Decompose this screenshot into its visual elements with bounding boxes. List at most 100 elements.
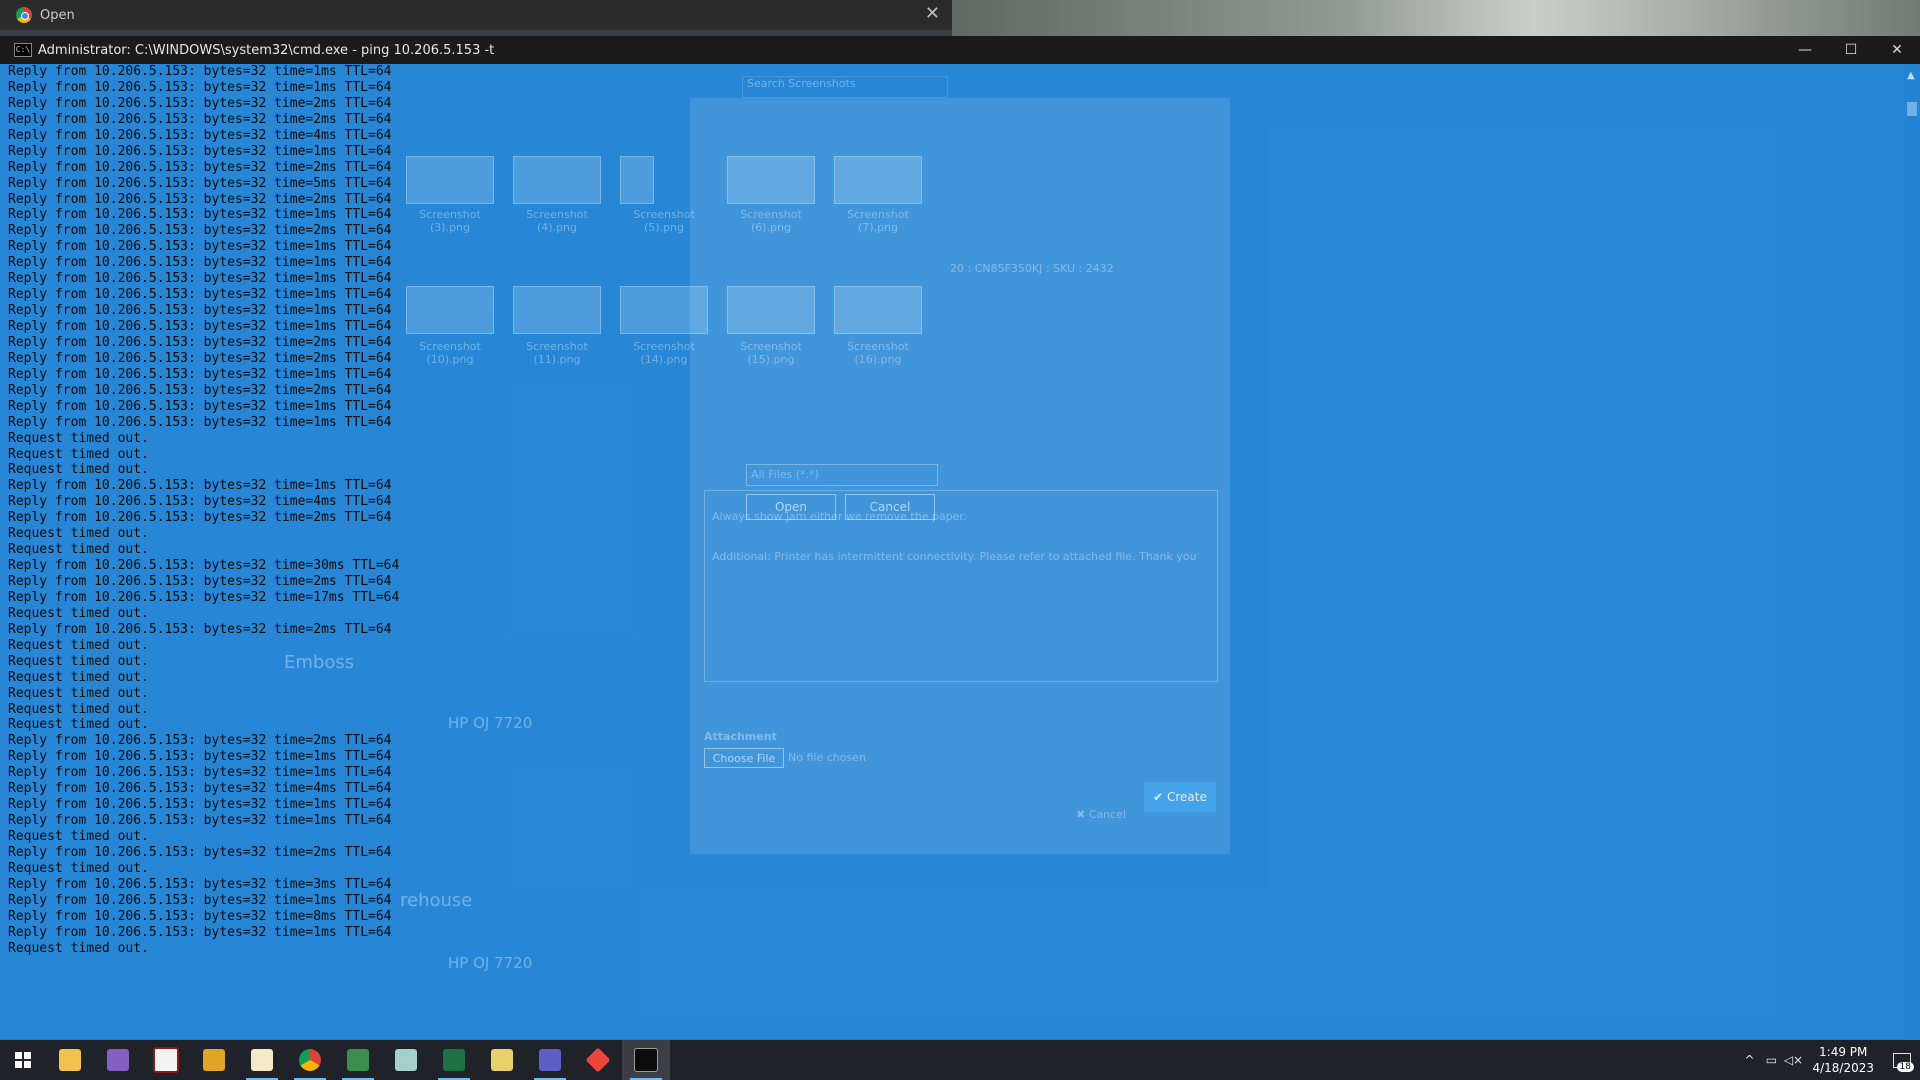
terminal-line: Reply from 10.206.5.153: bytes=32 time=2… bbox=[8, 382, 392, 398]
terminal-line: Reply from 10.206.5.153: bytes=32 time=1… bbox=[8, 749, 392, 765]
scroll-up-icon[interactable]: ▲ bbox=[1907, 70, 1915, 81]
terminal-line: Reply from 10.206.5.153: bytes=32 time=1… bbox=[8, 797, 392, 813]
terminal-line: Reply from 10.206.5.153: bytes=32 time=2… bbox=[8, 350, 392, 366]
terminal-line: Request timed out. bbox=[8, 701, 149, 717]
terminal-line: Reply from 10.206.5.153: bytes=32 time=2… bbox=[8, 95, 392, 111]
terminal-output: Reply from 10.206.5.153: bytes=32 time=1… bbox=[8, 64, 1208, 957]
terminal-line: Reply from 10.206.5.153: bytes=32 time=3… bbox=[8, 558, 400, 574]
taskbar-notepad[interactable] bbox=[238, 1040, 286, 1080]
terminal-line: Reply from 10.206.5.153: bytes=32 time=1… bbox=[8, 414, 392, 430]
notification-center-button[interactable]: 18 bbox=[1884, 1040, 1920, 1080]
taskbar-sticky[interactable] bbox=[478, 1040, 526, 1080]
maximize-button[interactable]: ☐ bbox=[1828, 36, 1874, 64]
sticky-notes-icon bbox=[491, 1049, 513, 1071]
terminal-line: Reply from 10.206.5.153: bytes=32 time=1… bbox=[8, 271, 392, 287]
folder-icon bbox=[203, 1049, 225, 1071]
close-icon[interactable]: ✕ bbox=[925, 3, 940, 24]
terminal-line: Reply from 10.206.5.153: bytes=32 time=1… bbox=[8, 924, 392, 940]
open-dialog-title: Open bbox=[40, 7, 75, 23]
terminal-line: Request timed out. bbox=[8, 653, 149, 669]
terminal-line: Request timed out. bbox=[8, 526, 149, 542]
notepad-icon bbox=[251, 1049, 273, 1071]
terminal-line: Request timed out. bbox=[8, 669, 149, 685]
terminal-line: Request timed out. bbox=[8, 940, 149, 956]
sheets-icon bbox=[347, 1049, 369, 1071]
taskbar-cmd[interactable] bbox=[622, 1040, 670, 1080]
taskbar-anydesk[interactable] bbox=[574, 1040, 622, 1080]
visual-studio-icon bbox=[107, 1049, 129, 1071]
clock-date: 4/18/2023 bbox=[1812, 1061, 1874, 1075]
printer-name: HP OJ 7720 bbox=[448, 954, 533, 972]
taskbar-teams[interactable] bbox=[526, 1040, 574, 1080]
terminal-line: Reply from 10.206.5.153: bytes=32 time=2… bbox=[8, 111, 392, 127]
terminal-line: Reply from 10.206.5.153: bytes=32 time=1… bbox=[8, 255, 392, 271]
clock-time: 1:49 PM bbox=[1819, 1045, 1868, 1059]
taskbar-chrome[interactable] bbox=[286, 1040, 334, 1080]
terminal-line: Reply from 10.206.5.153: bytes=32 time=1… bbox=[8, 303, 392, 319]
terminal-line: Reply from 10.206.5.153: bytes=32 time=1… bbox=[8, 813, 392, 829]
terminal-line: Request timed out. bbox=[8, 717, 149, 733]
terminal-line: Reply from 10.206.5.153: bytes=32 time=2… bbox=[8, 621, 392, 637]
taskbar: ^ ▭ ◁× 1:49 PM 4/18/2023 18 bbox=[0, 1040, 1920, 1080]
cmd-icon bbox=[634, 1048, 658, 1072]
terminal-line: Reply from 10.206.5.153: bytes=32 time=4… bbox=[8, 494, 392, 510]
terminal-line: Reply from 10.206.5.153: bytes=32 time=2… bbox=[8, 733, 392, 749]
cmd-window[interactable]: C:\ Administrator: C:\WINDOWS\system32\c… bbox=[0, 36, 1920, 1040]
terminal-line: Reply from 10.206.5.153: bytes=32 time=1… bbox=[8, 589, 400, 605]
system-tray: ^ ▭ ◁× 1:49 PM 4/18/2023 18 bbox=[1738, 1040, 1920, 1080]
terminal-line: Reply from 10.206.5.153: bytes=32 time=1… bbox=[8, 287, 392, 303]
cmd-titlebar[interactable]: C:\ Administrator: C:\WINDOWS\system32\c… bbox=[0, 36, 1920, 64]
taskbar-excel[interactable] bbox=[430, 1040, 478, 1080]
terminal-line: Reply from 10.206.5.153: bytes=32 time=2… bbox=[8, 510, 392, 526]
terminal-line: Reply from 10.206.5.153: bytes=32 time=2… bbox=[8, 191, 392, 207]
terminal-line: Reply from 10.206.5.153: bytes=32 time=3… bbox=[8, 876, 392, 892]
notification-badge: 18 bbox=[1896, 1062, 1914, 1072]
chevron-up-icon[interactable]: ^ bbox=[1738, 1053, 1760, 1067]
terminal-line: Reply from 10.206.5.153: bytes=32 time=1… bbox=[8, 765, 392, 781]
terminal-line: Reply from 10.206.5.153: bytes=32 time=4… bbox=[8, 781, 392, 797]
terminal-line: Request timed out. bbox=[8, 605, 149, 621]
open-dialog-titlebar[interactable]: Open ✕ bbox=[0, 0, 952, 30]
terminal-line: Reply from 10.206.5.153: bytes=32 time=2… bbox=[8, 334, 392, 350]
taskbar-file-explorer[interactable] bbox=[46, 1040, 94, 1080]
terminal-line: Reply from 10.206.5.153: bytes=32 time=1… bbox=[8, 366, 392, 382]
terminal-line: Reply from 10.206.5.153: bytes=32 time=2… bbox=[8, 159, 392, 175]
taskbar-folder[interactable] bbox=[190, 1040, 238, 1080]
terminal-line: Request timed out. bbox=[8, 829, 149, 844]
terminal-line: Request timed out. bbox=[8, 542, 149, 558]
terminal-line: Reply from 10.206.5.153: bytes=32 time=1… bbox=[8, 143, 392, 159]
windows-icon bbox=[15, 1052, 31, 1068]
terminal-line: Reply from 10.206.5.153: bytes=32 time=1… bbox=[8, 207, 392, 223]
terminal-line: Reply from 10.206.5.153: bytes=32 time=1… bbox=[8, 892, 392, 908]
terminal-line: Reply from 10.206.5.153: bytes=32 time=1… bbox=[8, 319, 392, 334]
clock[interactable]: 1:49 PM 4/18/2023 bbox=[1812, 1044, 1874, 1076]
terminal-line: Reply from 10.206.5.153: bytes=32 time=2… bbox=[8, 223, 392, 239]
terminal-line: Request timed out. bbox=[8, 446, 149, 462]
terminal-line: Reply from 10.206.5.153: bytes=32 time=2… bbox=[8, 574, 392, 589]
minimize-button[interactable]: — bbox=[1782, 36, 1828, 64]
terminal-line: Reply from 10.206.5.153: bytes=32 time=1… bbox=[8, 478, 392, 494]
start-button[interactable] bbox=[0, 1040, 46, 1080]
terminal-line: Reply from 10.206.5.153: bytes=32 time=8… bbox=[8, 908, 392, 924]
cmd-scrollbar[interactable]: ▲ bbox=[1904, 64, 1920, 1040]
close-button[interactable]: ✕ bbox=[1874, 36, 1920, 64]
terminal-line: Request timed out. bbox=[8, 860, 149, 876]
taskbar-visual-studio[interactable] bbox=[94, 1040, 142, 1080]
cmd-console[interactable]: Search Screenshots Screenshot (3).png Sc… bbox=[0, 64, 1904, 1040]
terminal-line: Reply from 10.206.5.153: bytes=32 time=1… bbox=[8, 239, 392, 255]
terminal-line: Reply from 10.206.5.153: bytes=32 time=1… bbox=[8, 79, 392, 95]
teams-icon bbox=[539, 1049, 561, 1071]
taskbar-excel-sheets[interactable] bbox=[334, 1040, 382, 1080]
scroll-thumb[interactable] bbox=[1907, 102, 1917, 116]
network-icon[interactable]: ▭ bbox=[1760, 1053, 1782, 1067]
anydesk-icon bbox=[585, 1047, 611, 1073]
notepad-plus-icon bbox=[395, 1049, 417, 1071]
terminal-line: Reply from 10.206.5.153: bytes=32 time=1… bbox=[8, 64, 392, 79]
terminal-line: Reply from 10.206.5.153: bytes=32 time=5… bbox=[8, 175, 392, 191]
taskbar-vs-code[interactable] bbox=[142, 1040, 190, 1080]
terminal-line: Reply from 10.206.5.153: bytes=32 time=4… bbox=[8, 127, 392, 143]
volume-muted-icon[interactable]: ◁× bbox=[1782, 1053, 1804, 1067]
taskbar-notepad-plus[interactable] bbox=[382, 1040, 430, 1080]
cmd-title: Administrator: C:\WINDOWS\system32\cmd.e… bbox=[38, 42, 495, 58]
terminal-line: Request timed out. bbox=[8, 462, 149, 478]
